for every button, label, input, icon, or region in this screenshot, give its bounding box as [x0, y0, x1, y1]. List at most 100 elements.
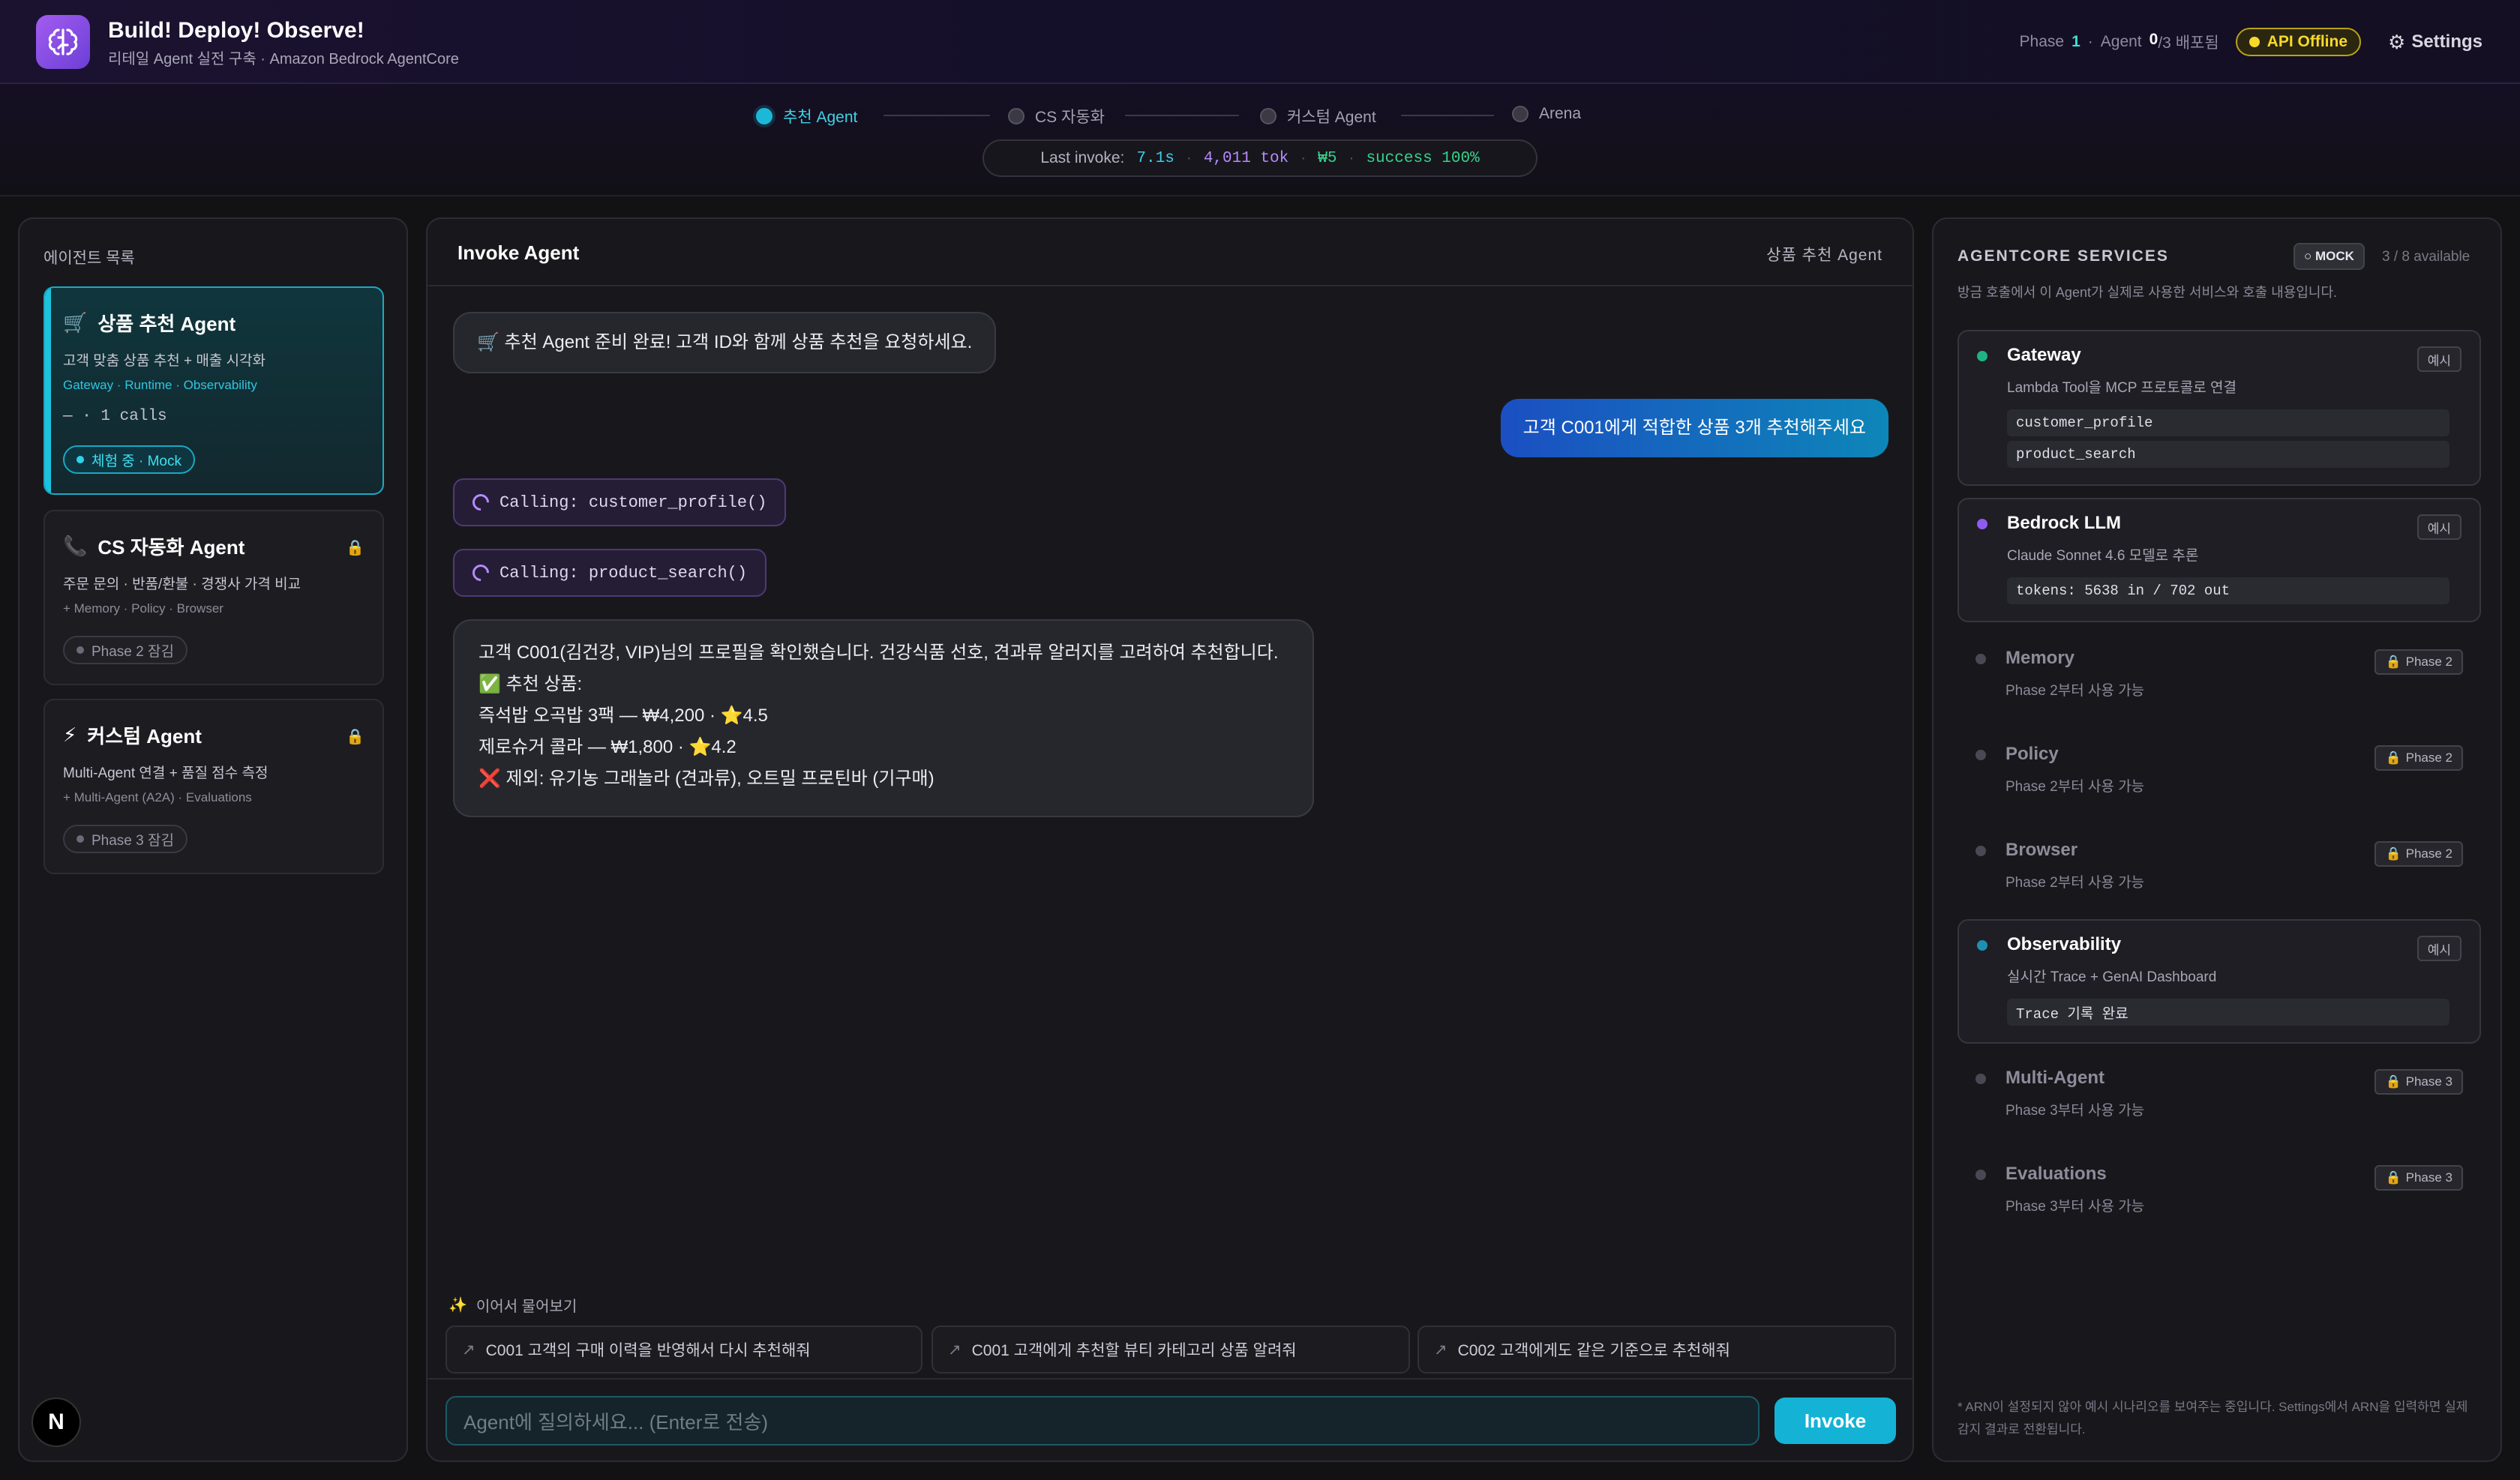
agent-total-label: /3 배포됨 — [2158, 34, 2219, 52]
arrow-up-right-icon: ↗ — [948, 1341, 962, 1359]
service-tag: 예시 — [2416, 936, 2462, 961]
tool-call-label: Calling: customer_profile() — [500, 493, 767, 512]
api-status-label: API Offline — [2266, 33, 2348, 50]
followup-suggestion-button[interactable]: ↗ C001 고객에게 추천할 뷰티 카테고리 상품 알려줘 — [932, 1326, 1410, 1374]
invoke-button[interactable]: Invoke — [1774, 1398, 1896, 1444]
service-name: Multi-Agent — [2006, 1068, 2104, 1088]
service-description: Claude Sonnet 4.6 모델로 추론 — [2007, 548, 2199, 564]
answer-line: ❌ 제외: 유기농 그래놀라 (견과류), 오트밀 프로틴바 (기구매) — [478, 768, 934, 789]
settings-label: Settings — [2411, 31, 2482, 52]
chat-input[interactable]: Agent에 질의하세요... (Enter로 전송) — [446, 1396, 1760, 1446]
agent-card-cs-automation[interactable]: 📞 CS 자동화 Agent 🔒 주문 문의 · 반품/환불 · 경쟁사 가격 … — [44, 510, 384, 685]
services-title: AGENTCORE SERVICES — [1958, 247, 2169, 265]
agent-label: Agent — [2100, 33, 2142, 50]
arrow-up-right-icon: ↗ — [1434, 1341, 1448, 1359]
service-code-line: tokens: 5638 in / 702 out — [2007, 577, 2450, 604]
invoke-tokens: 4,011 tok — [1203, 149, 1289, 167]
service-card-bedrock-llm[interactable]: Bedrock LLM Claude Sonnet 4.6 모델로 추론 예시 … — [1958, 498, 2481, 622]
agent-answer-message: 고객 C001(김건강, VIP)님의 프로필을 확인했습니다. 건강식품 선호… — [453, 619, 1314, 817]
tool-call-product-search: Calling: product_search() — [453, 549, 767, 597]
status-dot-icon — [1976, 1170, 1986, 1180]
service-description: Phase 3부터 사용 가능 — [2006, 1199, 2145, 1215]
agent-description: 고객 맞춤 상품 추천 + 매출 시각화 — [63, 353, 266, 369]
step-arena[interactable]: Arena — [1512, 105, 1581, 123]
lock-icon: 🔒 — [2385, 1074, 2402, 1089]
settings-button[interactable]: ⚙ Settings — [2388, 31, 2482, 54]
app-header: Build! Deploy! Observe! 리테일 Agent 실전 구축 … — [0, 0, 2520, 84]
last-invoke-stats: Last invoke: 7.1s · 4,011 tok · ₩5 · suc… — [982, 139, 1538, 177]
agent-service-tags: + Memory · Policy · Browser — [63, 601, 224, 616]
service-multi-agent: Multi-Agent Phase 3부터 사용 가능 🔒 Phase 3 — [1958, 1054, 2481, 1137]
chat-title: Invoke Agent — [458, 241, 580, 264]
agent-card-custom[interactable]: ⚡ 커스텀 Agent 🔒 Multi-Agent 연결 + 품질 점수 측정 … — [44, 699, 384, 874]
service-name: Policy — [2006, 744, 2059, 764]
step-label: CS 자동화 — [1035, 109, 1105, 126]
lock-icon: 🔒 — [346, 540, 364, 556]
last-invoke-label: Last invoke: — [1040, 149, 1125, 166]
phase-value: 1 — [2072, 33, 2080, 50]
service-name: Bedrock LLM — [2007, 513, 2122, 533]
agent-description: Multi-Agent 연결 + 품질 점수 측정 — [63, 765, 268, 781]
agent-status-pill: 체험 중 · Mock — [63, 445, 195, 474]
followup-label-text: 이어서 물어보기 — [476, 1299, 578, 1315]
followup-suggestion-button[interactable]: ↗ C001 고객의 구매 이력을 반영해서 다시 추천해줘 — [446, 1326, 922, 1374]
app-title: Build! Deploy! Observe! — [108, 18, 364, 43]
step-cs-automation[interactable]: CS 자동화 — [1008, 105, 1105, 127]
service-name: Evaluations — [2006, 1164, 2107, 1184]
step-label: Arena — [1539, 105, 1582, 122]
agent-name-label: 상품 추천 Agent — [98, 313, 236, 335]
step-connector — [1125, 115, 1239, 116]
status-dot-icon — [1976, 750, 1986, 760]
followup-suggestion-button[interactable]: ↗ C002 고객에게도 같은 기준으로 추천해줘 — [1418, 1326, 1896, 1374]
agent-status-pill: Phase 3 잠김 — [63, 825, 188, 853]
answer-line: ✅ 추천 상품: — [478, 674, 583, 694]
step-dot-icon — [1260, 108, 1276, 124]
step-custom-agent[interactable]: 커스텀 Agent — [1260, 105, 1376, 127]
invoke-cost: ₩5 — [1318, 149, 1337, 167]
sparkles-icon: ✨ — [448, 1297, 467, 1314]
service-card-observability[interactable]: Observability 실시간 Trace + GenAI Dashboar… — [1958, 919, 2481, 1044]
service-tag: 예시 — [2416, 346, 2462, 372]
step-dot-icon — [756, 108, 772, 124]
followup-text: C002 고객에게도 같은 기준으로 추천해줘 — [1457, 1342, 1730, 1359]
service-description: 실시간 Trace + GenAI Dashboard — [2007, 969, 2217, 985]
api-status-badge[interactable]: API Offline — [2235, 28, 2361, 56]
phone-icon: 📞 — [63, 535, 88, 557]
step-dot-icon — [1008, 108, 1024, 124]
status-dot-icon — [76, 835, 84, 843]
status-dot-icon — [1976, 1074, 1986, 1084]
header-status-area: Phase 1 · Agent 0 /3 배포됨 API Offline ⚙ S… — [2020, 25, 2482, 58]
service-phase-tag: 🔒 Phase 2 — [2374, 649, 2463, 675]
spinner-icon — [469, 561, 493, 585]
agent-card-recommend[interactable]: 🛒 상품 추천 Agent 고객 맞춤 상품 추천 + 매출 시각화 Gatew… — [44, 286, 384, 495]
tool-call-label: Calling: product_search() — [500, 563, 748, 583]
agent-name: ⚡ 커스텀 Agent — [63, 721, 202, 749]
stats-separator: · — [1348, 149, 1354, 166]
service-policy: Policy Phase 2부터 사용 가능 🔒 Phase 2 — [1958, 730, 2481, 813]
brain-circuit-logo-icon — [36, 15, 90, 69]
n-logo-icon[interactable]: N — [32, 1398, 81, 1447]
stats-separator: · — [1300, 149, 1306, 166]
service-phase-tag: 🔒 Phase 3 — [2374, 1069, 2463, 1095]
phase-tag-label: Phase 2 — [2405, 655, 2452, 669]
invoke-success-rate: success 100% — [1366, 149, 1480, 167]
service-description: Phase 3부터 사용 가능 — [2006, 1103, 2145, 1119]
step-recommend-agent[interactable]: 추천 Agent — [756, 105, 857, 127]
service-description: Phase 2부터 사용 가능 — [2006, 683, 2145, 699]
service-memory: Memory Phase 2부터 사용 가능 🔒 Phase 2 — [1958, 634, 2481, 717]
lock-icon: 🔒 — [2385, 750, 2402, 765]
followup-text: C001 고객의 구매 이력을 반영해서 다시 추천해줘 — [485, 1342, 811, 1359]
service-tag: 예시 — [2416, 514, 2462, 540]
status-dot-icon — [76, 456, 84, 463]
agent-call-count: — · 1 calls — [63, 408, 167, 425]
service-phase-tag: 🔒 Phase 2 — [2374, 841, 2463, 867]
gear-icon: ⚙ — [2388, 30, 2406, 53]
service-description: Phase 2부터 사용 가능 — [2006, 875, 2145, 891]
service-code-line: customer_profile — [2007, 409, 2450, 436]
status-dot-icon — [1977, 351, 1988, 361]
step-dot-icon — [1512, 106, 1528, 122]
agent-deployed-count: 0 — [2149, 31, 2158, 48]
service-card-gateway[interactable]: Gateway Lambda Tool을 MCP 프로토콜로 연결 예시 cus… — [1958, 330, 2481, 486]
agent-name-label: 커스텀 Agent — [87, 725, 202, 747]
header-separator: · — [2087, 33, 2093, 50]
